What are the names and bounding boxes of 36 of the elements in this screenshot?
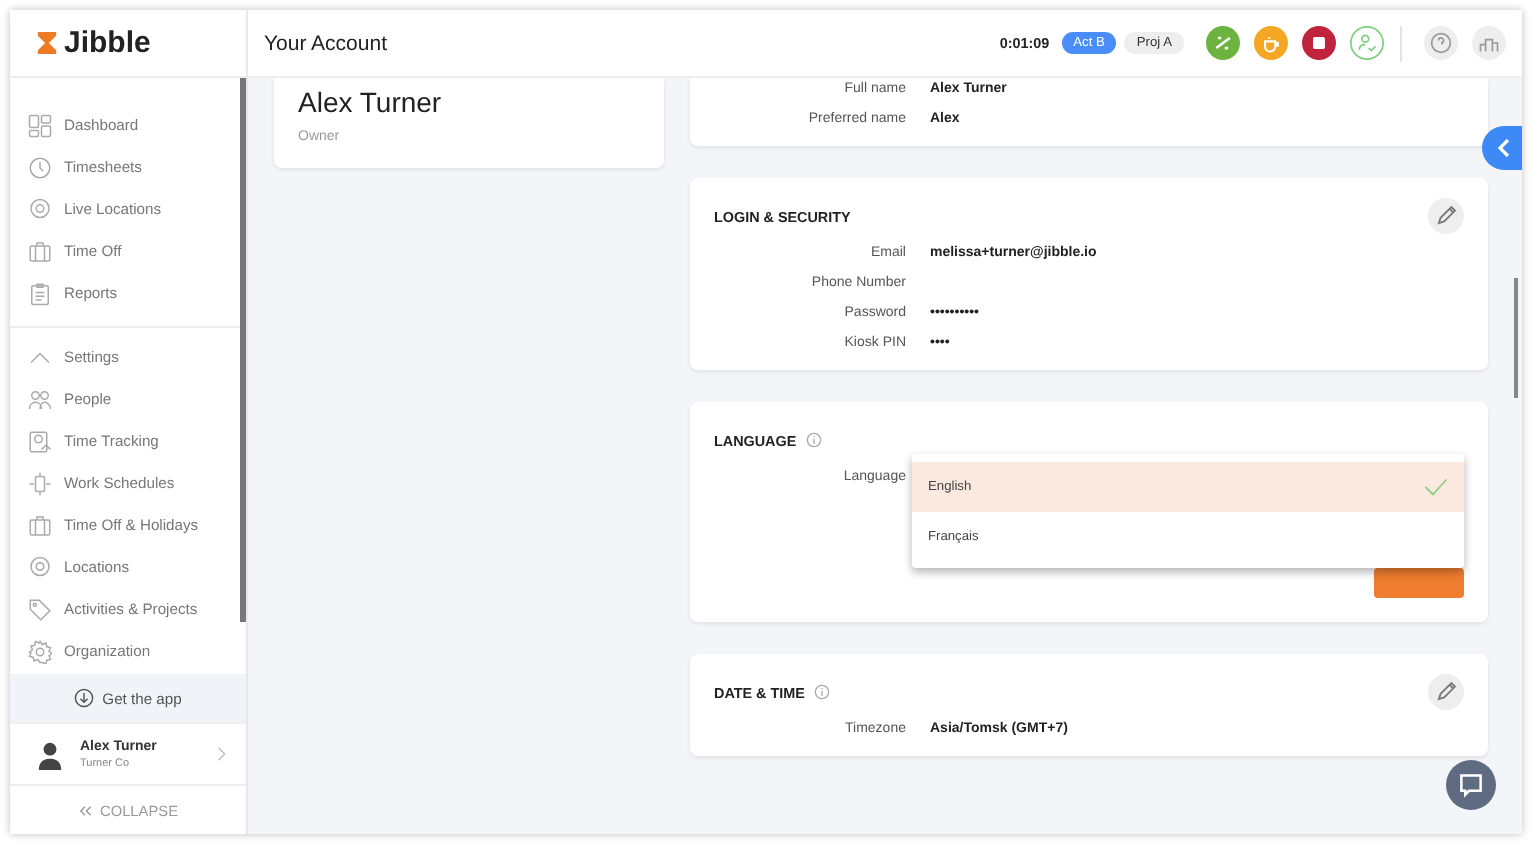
save-button[interactable]	[1374, 568, 1464, 598]
scrollbar[interactable]	[1514, 278, 1518, 398]
checkmark-icon	[1424, 478, 1448, 496]
podium-button[interactable]	[1472, 26, 1506, 60]
page-title: Your Account	[264, 31, 389, 55]
suitcase-icon	[28, 239, 52, 263]
hourglass-logo-icon	[36, 30, 58, 56]
people-icon	[28, 387, 52, 411]
double-chevron-left-icon	[77, 803, 92, 817]
schedule-icon	[28, 471, 52, 495]
location-pin-icon	[28, 555, 52, 579]
scrollbar[interactable]	[240, 78, 246, 622]
grid-icon	[28, 113, 52, 137]
person-check-button[interactable]	[1350, 26, 1384, 60]
tag-icon	[28, 597, 52, 621]
help-button[interactable]	[1424, 26, 1458, 60]
break-button[interactable]	[1254, 26, 1288, 60]
chat-button[interactable]	[1446, 760, 1496, 810]
info-icon	[806, 432, 823, 448]
stop-button[interactable]	[1302, 26, 1336, 60]
suitcase-icon	[28, 513, 52, 537]
chevron-right-icon	[216, 746, 226, 762]
expand-panel-button[interactable]	[1482, 126, 1522, 170]
edit-button[interactable]	[1428, 198, 1464, 234]
location-pin-icon	[28, 197, 52, 221]
info-icon	[814, 684, 831, 700]
profile-name: Alex Turner	[298, 86, 444, 118]
edit-button[interactable]	[1428, 674, 1464, 710]
switch-activity-button[interactable]	[1206, 26, 1240, 60]
person-clock-icon	[28, 429, 52, 453]
settings-icon	[28, 639, 52, 663]
download-icon	[74, 688, 95, 708]
clipboard-icon	[28, 281, 52, 305]
clock-icon	[28, 155, 52, 179]
avatar-silhouette-icon	[34, 738, 66, 770]
logo-text: Jibble	[64, 26, 151, 60]
